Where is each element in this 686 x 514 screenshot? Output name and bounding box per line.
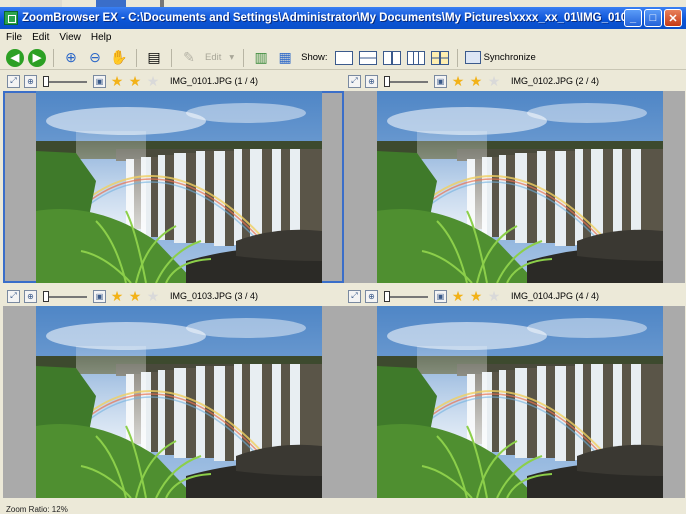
pane-filename: IMG_0103.JPG (3 / 4) bbox=[170, 291, 259, 301]
pane-filename: IMG_0101.JPG (1 / 4) bbox=[170, 76, 259, 86]
image-pane-1[interactable]: ⤢ ⊕ ▣ ★ ★ ★ IMG_0101.JPG (1 / 4) bbox=[3, 71, 344, 283]
layout-four-icon[interactable] bbox=[430, 50, 449, 65]
pane-header: ⤢ ⊕ ▣ ★ ★ ★ IMG_0104.JPG (4 / 4) bbox=[344, 286, 685, 306]
synchronize-button[interactable]: Synchronize bbox=[464, 49, 536, 67]
star-icon[interactable]: ★ bbox=[451, 74, 465, 88]
actual-size-icon[interactable]: ⊕ bbox=[24, 289, 37, 303]
menu-help[interactable]: Help bbox=[91, 32, 112, 43]
pane-image-area[interactable] bbox=[3, 91, 344, 283]
actual-size-icon[interactable]: ⊕ bbox=[365, 289, 378, 303]
zoom-slider[interactable] bbox=[43, 290, 87, 302]
star-icon[interactable]: ★ bbox=[487, 289, 501, 303]
pane-filename: IMG_0104.JPG (4 / 4) bbox=[511, 291, 600, 301]
fit-window-icon[interactable]: ⤢ bbox=[7, 74, 20, 88]
image-info-icon[interactable]: ▣ bbox=[93, 289, 106, 303]
waterfall-photo bbox=[36, 91, 322, 283]
minimize-button[interactable]: _ bbox=[624, 9, 642, 27]
actual-size-icon[interactable]: ⊕ bbox=[24, 74, 37, 88]
toolbar-divider bbox=[171, 48, 172, 67]
toolbar-divider bbox=[243, 48, 245, 67]
synchronize-label: Synchronize bbox=[483, 52, 536, 63]
star-icon[interactable]: ★ bbox=[469, 74, 483, 88]
synchronize-icon bbox=[464, 51, 481, 64]
layout-horizontal-icon[interactable] bbox=[358, 50, 377, 65]
show-label: Show: bbox=[301, 52, 328, 63]
app-icon bbox=[4, 11, 18, 25]
title-bar: ZoomBrowser EX - C:\Documents and Settin… bbox=[0, 7, 686, 29]
image-info-icon[interactable]: ▣ bbox=[434, 289, 447, 303]
zoom-out-icon[interactable]: ⊖ bbox=[85, 48, 105, 68]
layout-three-icon[interactable] bbox=[406, 50, 425, 65]
waterfall-photo bbox=[36, 306, 322, 498]
print-icon[interactable]: ▤ bbox=[144, 48, 164, 68]
forward-icon[interactable]: ▶ bbox=[28, 48, 46, 67]
pane-image-area[interactable] bbox=[344, 91, 685, 283]
menu-view[interactable]: View bbox=[59, 32, 81, 43]
image-compare-icon[interactable]: ▥ bbox=[251, 48, 271, 68]
menu-edit[interactable]: Edit bbox=[32, 32, 49, 43]
star-icon[interactable]: ★ bbox=[487, 74, 501, 88]
image-view-icon[interactable]: ▦ bbox=[275, 48, 295, 68]
toolbar-divider bbox=[136, 48, 137, 67]
status-bar: Zoom Ratio: 12% bbox=[6, 505, 68, 514]
fit-window-icon[interactable]: ⤢ bbox=[7, 289, 20, 303]
image-info-icon[interactable]: ▣ bbox=[93, 74, 106, 88]
window-title: ZoomBrowser EX - C:\Documents and Settin… bbox=[22, 12, 624, 24]
back-icon[interactable]: ◀ bbox=[6, 48, 24, 67]
fit-window-icon[interactable]: ⤢ bbox=[348, 289, 361, 303]
layout-vertical-icon[interactable] bbox=[382, 50, 401, 65]
pane-image-area[interactable] bbox=[3, 306, 344, 498]
star-icon[interactable]: ★ bbox=[128, 289, 142, 303]
pane-header: ⤢ ⊕ ▣ ★ ★ ★ IMG_0103.JPG (3 / 4) bbox=[3, 286, 344, 306]
waterfall-photo bbox=[377, 306, 663, 498]
image-pane-2[interactable]: ⤢ ⊕ ▣ ★ ★ ★ IMG_0102.JPG (2 / 4) bbox=[344, 71, 685, 283]
zoom-in-icon[interactable]: ⊕ bbox=[61, 48, 81, 68]
image-info-icon[interactable]: ▣ bbox=[434, 74, 447, 88]
toolbar-divider bbox=[456, 48, 458, 67]
image-pane-4[interactable]: ⤢ ⊕ ▣ ★ ★ ★ IMG_0104.JPG (4 / 4) bbox=[344, 286, 685, 498]
toolbar-divider bbox=[53, 48, 54, 67]
top-strip bbox=[0, 0, 686, 7]
pane-header: ⤢ ⊕ ▣ ★ ★ ★ IMG_0101.JPG (1 / 4) bbox=[3, 71, 344, 91]
star-icon[interactable]: ★ bbox=[146, 289, 160, 303]
zoom-slider[interactable] bbox=[384, 290, 428, 302]
star-icon[interactable]: ★ bbox=[451, 289, 465, 303]
star-icon[interactable]: ★ bbox=[110, 74, 124, 88]
pane-filename: IMG_0102.JPG (2 / 4) bbox=[511, 76, 600, 86]
toolbar: ◀ ▶ ⊕ ⊖ ✋ ▤ ✎ Edit ▾ ▥ ▦ Show: Synchroni… bbox=[0, 46, 686, 70]
edit-icon[interactable]: ✎ bbox=[179, 48, 199, 68]
waterfall-photo bbox=[377, 91, 663, 283]
hand-icon[interactable]: ✋ bbox=[109, 48, 129, 68]
star-icon[interactable]: ★ bbox=[146, 74, 160, 88]
fit-window-icon[interactable]: ⤢ bbox=[348, 74, 361, 88]
pane-header: ⤢ ⊕ ▣ ★ ★ ★ IMG_0102.JPG (2 / 4) bbox=[344, 71, 685, 91]
zoom-slider[interactable] bbox=[384, 75, 428, 87]
close-button[interactable]: ✕ bbox=[664, 9, 682, 27]
star-icon[interactable]: ★ bbox=[110, 289, 124, 303]
layout-single-icon[interactable] bbox=[334, 50, 353, 65]
menu-file[interactable]: File bbox=[6, 32, 22, 43]
maximize-button[interactable]: □ bbox=[644, 9, 662, 27]
edit-dropdown-icon[interactable]: ▾ bbox=[229, 52, 234, 63]
zoom-slider[interactable] bbox=[43, 75, 87, 87]
star-icon[interactable]: ★ bbox=[128, 74, 142, 88]
menu-bar: File Edit View Help bbox=[0, 29, 686, 45]
pane-image-area[interactable] bbox=[344, 306, 685, 498]
image-pane-3[interactable]: ⤢ ⊕ ▣ ★ ★ ★ IMG_0103.JPG (3 / 4) bbox=[3, 286, 344, 498]
star-icon[interactable]: ★ bbox=[469, 289, 483, 303]
actual-size-icon[interactable]: ⊕ bbox=[365, 74, 378, 88]
edit-label[interactable]: Edit bbox=[205, 52, 221, 63]
